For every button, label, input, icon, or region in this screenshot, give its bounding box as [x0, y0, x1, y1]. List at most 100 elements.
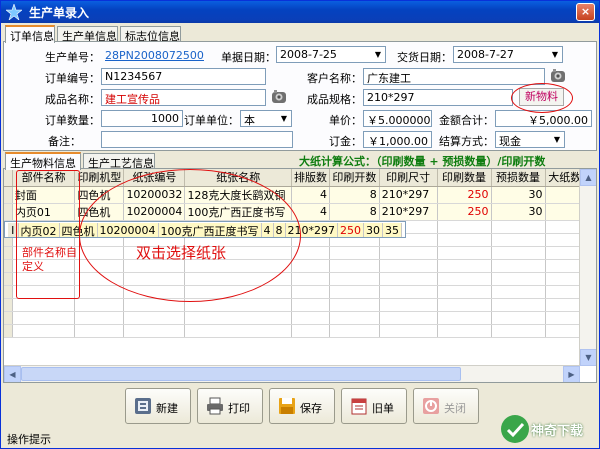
unit-select[interactable]: 本 ▼ [240, 110, 292, 127]
empty-cell[interactable] [491, 233, 546, 247]
empty-table-row[interactable] [4, 311, 596, 325]
empty-cell[interactable] [74, 311, 125, 325]
col-header[interactable]: 预损数量 [491, 169, 546, 187]
product-lookup-icon[interactable] [271, 89, 287, 105]
table-cell[interactable]: 30 [491, 203, 546, 221]
empty-cell[interactable] [437, 220, 492, 234]
print-button[interactable]: 打印 [197, 388, 263, 424]
empty-cell[interactable] [329, 259, 380, 273]
empty-cell[interactable] [74, 285, 125, 299]
tab-production-info[interactable]: 生产单信息 [57, 26, 118, 43]
remark-field[interactable] [101, 131, 293, 148]
empty-table-row[interactable] [4, 298, 596, 312]
empty-cell[interactable] [379, 246, 438, 260]
empty-cell[interactable] [4, 298, 13, 312]
empty-cell[interactable] [4, 324, 13, 338]
table-cell[interactable]: 210*297 [379, 203, 438, 221]
empty-table-row[interactable] [4, 285, 596, 299]
window-close-button[interactable]: × [576, 3, 595, 21]
old-order-button[interactable]: 旧单 [341, 388, 407, 424]
table-cell[interactable]: 210*297 [379, 186, 438, 204]
empty-cell[interactable] [291, 272, 330, 286]
empty-cell[interactable] [437, 259, 492, 273]
new-button[interactable]: 新建 [125, 388, 191, 424]
table-row[interactable]: 封面四色机10200032128克大度长鹞双铜48210*2972503035 [4, 186, 596, 204]
doc-date-picker[interactable]: 2008-7-25 ▼ [276, 46, 386, 63]
col-header[interactable]: 排版数 [291, 169, 330, 187]
empty-cell[interactable] [74, 298, 125, 312]
empty-cell[interactable] [329, 285, 380, 299]
table-cell[interactable]: 250 [437, 186, 492, 204]
col-header[interactable]: 印刷数量 [437, 169, 492, 187]
save-button[interactable]: 保存 [269, 388, 335, 424]
horizontal-scrollbar[interactable]: ◀ ▶ [4, 365, 580, 382]
col-header[interactable]: 印刷尺寸 [379, 169, 438, 187]
scroll-right-icon[interactable]: ▶ [563, 366, 580, 382]
empty-cell[interactable] [12, 298, 76, 312]
scroll-up-icon[interactable]: ▲ [580, 169, 596, 186]
empty-cell[interactable] [437, 285, 492, 299]
table-cell[interactable]: 8 [329, 203, 380, 221]
empty-cell[interactable] [329, 298, 380, 312]
empty-cell[interactable] [12, 311, 76, 325]
order-no-field[interactable]: N1234567 [101, 68, 266, 85]
col-header[interactable]: 印刷开数 [329, 169, 380, 187]
empty-cell[interactable] [379, 311, 438, 325]
tab-process-info[interactable]: 生产工艺信息 [83, 153, 155, 170]
empty-cell[interactable] [329, 272, 380, 286]
empty-cell[interactable] [4, 272, 13, 286]
empty-cell[interactable] [123, 324, 186, 338]
vertical-scrollbar[interactable]: ▲ ▼ [579, 169, 596, 366]
dropdown-arrow-icon[interactable]: ▼ [550, 132, 564, 147]
settle-select[interactable]: 现金 ▼ [495, 131, 565, 148]
qty-field[interactable]: 1000 [101, 110, 183, 127]
tab-flag-info[interactable]: 标志位信息 [120, 26, 181, 43]
empty-cell[interactable] [4, 246, 13, 260]
table-cell[interactable]: 250 [337, 222, 364, 237]
dropdown-arrow-icon[interactable]: ▼ [371, 47, 385, 62]
empty-cell[interactable] [184, 324, 292, 338]
empty-cell[interactable] [291, 285, 330, 299]
customer-lookup-icon[interactable] [550, 68, 566, 84]
empty-cell[interactable] [291, 259, 330, 273]
close-button[interactable]: 关闭 [413, 388, 479, 424]
empty-table-row[interactable] [4, 272, 596, 286]
empty-cell[interactable] [184, 311, 292, 325]
empty-cell[interactable] [491, 298, 546, 312]
empty-cell[interactable] [12, 324, 76, 338]
delivery-date-picker[interactable]: 2008-7-27 ▼ [453, 46, 563, 63]
empty-cell[interactable] [491, 246, 546, 260]
prod-no-field[interactable]: 28PN200807250001 [101, 47, 205, 64]
empty-cell[interactable] [329, 311, 380, 325]
table-cell[interactable]: 30 [363, 222, 383, 237]
empty-cell[interactable] [437, 324, 492, 338]
empty-cell[interactable] [491, 272, 546, 286]
empty-cell[interactable] [437, 272, 492, 286]
empty-cell[interactable] [491, 311, 546, 325]
empty-cell[interactable] [491, 220, 546, 234]
table-cell[interactable]: 250 [437, 203, 492, 221]
empty-cell[interactable] [4, 259, 13, 273]
empty-cell[interactable] [329, 324, 380, 338]
empty-cell[interactable] [437, 233, 492, 247]
empty-table-row[interactable] [4, 324, 596, 338]
title-bar[interactable]: 生产单录入 × [1, 1, 599, 23]
deposit-field[interactable]: ￥1,000.00 [363, 131, 432, 148]
empty-cell[interactable] [379, 272, 438, 286]
empty-cell[interactable] [291, 311, 330, 325]
empty-cell[interactable] [491, 259, 546, 273]
empty-cell[interactable] [437, 246, 492, 260]
row-header[interactable] [4, 186, 13, 204]
dropdown-arrow-icon[interactable]: ▼ [277, 111, 291, 126]
col-header[interactable]: 印刷机型 [74, 169, 125, 187]
empty-cell[interactable] [291, 324, 330, 338]
scroll-down-icon[interactable]: ▼ [580, 349, 596, 366]
empty-cell[interactable] [4, 311, 13, 325]
spec-field[interactable]: 210*297 [363, 89, 513, 106]
empty-cell[interactable] [123, 311, 186, 325]
tab-order-info[interactable]: 订单信息 [5, 25, 55, 43]
empty-cell[interactable] [74, 324, 125, 338]
scroll-left-icon[interactable]: ◀ [4, 366, 21, 382]
empty-cell[interactable] [491, 285, 546, 299]
empty-cell[interactable] [491, 324, 546, 338]
